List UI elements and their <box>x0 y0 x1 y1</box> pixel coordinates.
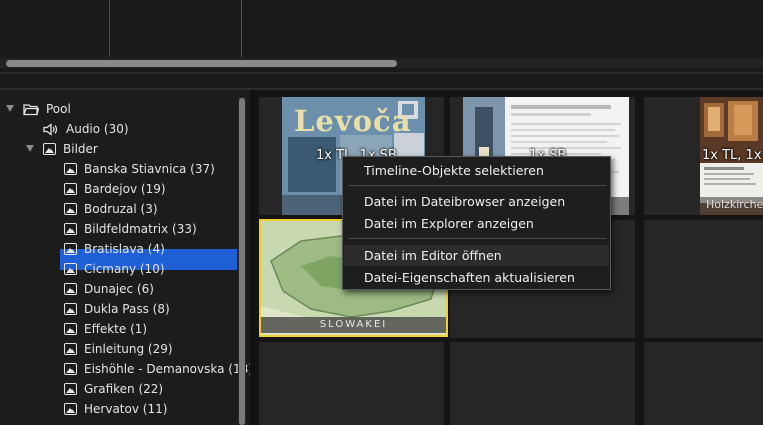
timeline-area[interactable] <box>0 0 763 90</box>
tree-item-audio[interactable]: Audio (30) <box>43 119 129 139</box>
tree-item-folder[interactable]: Bildfeldmatrix (33) <box>64 219 197 239</box>
tree-item-label: Cicmany (10) <box>84 262 165 276</box>
menu-item-select-timeline-objects[interactable]: Timeline-Objekte selektieren <box>344 160 609 181</box>
menu-item-open-in-editor[interactable]: Datei im Editor öffnen <box>344 245 609 266</box>
image-icon <box>64 403 77 415</box>
menu-item-show-in-explorer[interactable]: Datei im Explorer anzeigen <box>344 213 609 234</box>
menu-separator <box>349 238 606 239</box>
image-icon <box>64 243 77 255</box>
grid-cell <box>259 342 444 425</box>
image-icon <box>64 283 77 295</box>
menu-item-show-in-file-browser[interactable]: Datei im Dateibrowser anzeigen <box>344 191 609 212</box>
tree-item-label: Hervatov (11) <box>84 402 168 416</box>
tree-item-pool[interactable]: Pool <box>23 99 71 119</box>
timeline-playhead[interactable] <box>241 0 242 57</box>
tree-item-folder[interactable]: Eishöhle - Demanovska (18) <box>64 359 253 379</box>
tree-item-label: Banska Stiavnica (37) <box>84 162 215 176</box>
menu-separator <box>349 185 606 186</box>
tree-item-label: Bilder <box>63 142 98 156</box>
expand-arrow-icon[interactable] <box>26 145 34 152</box>
usage-overlay: 1x TL, 1x <box>702 148 762 163</box>
image-icon <box>64 263 77 275</box>
tree-item-label: Bardejov (19) <box>84 182 166 196</box>
image-icon <box>64 183 77 195</box>
tree-item-label: Einleitung (29) <box>84 342 173 356</box>
image-icon <box>64 383 77 395</box>
timeline-scrollbar-thumb[interactable] <box>6 60 397 67</box>
tree-item-folder-selected[interactable]: Einleitung (29) <box>64 339 173 359</box>
menu-item-refresh-file-properties[interactable]: Datei-Eigenschaften aktualisieren <box>344 267 609 288</box>
tree-item-bilder[interactable]: Bilder <box>43 139 98 159</box>
thumbnail-caption: Holzkirche <box>700 197 763 213</box>
tree-item-label: Dukla Pass (8) <box>84 302 170 316</box>
folder-icon <box>23 103 39 115</box>
image-icon <box>64 163 77 175</box>
image-icon <box>64 223 77 235</box>
tree-item-folder[interactable]: Bratislava (4) <box>64 239 165 259</box>
grid-cell <box>644 342 763 425</box>
tree-item-folder[interactable]: Bodruzal (3) <box>64 199 158 219</box>
tree-item-label: Audio (30) <box>66 122 129 136</box>
image-icon <box>64 323 77 335</box>
image-icon <box>64 363 77 375</box>
tree-item-label: Dunajec (6) <box>84 282 154 296</box>
tree-item-folder[interactable]: Dunajec (6) <box>64 279 154 299</box>
image-icon <box>64 343 77 355</box>
tree-item-folder[interactable]: Grafiken (22) <box>64 379 163 399</box>
timeline-divider <box>0 72 763 74</box>
tree-item-folder[interactable]: Banska Stiavnica (37) <box>64 159 215 179</box>
tree-item-label: Bratislava (4) <box>84 242 165 256</box>
grid-cell <box>450 342 635 425</box>
tree-item-label: Effekte (1) <box>84 322 148 336</box>
poster-title: Levoča <box>294 104 412 138</box>
expand-arrow-icon[interactable] <box>6 105 14 112</box>
tree-item-folder[interactable]: Cicmany (10) <box>64 259 165 279</box>
tree-item-label: Grafiken (22) <box>84 382 164 396</box>
speaker-icon <box>43 122 58 136</box>
grid-cell <box>644 220 763 338</box>
tree-item-label: Bildfeldmatrix (33) <box>84 222 197 236</box>
tree-item-folder[interactable]: Bardejov (19) <box>64 179 166 199</box>
tree-item-label: Pool <box>46 102 71 116</box>
tree-item-folder[interactable]: Effekte (1) <box>64 319 147 339</box>
tree-item-folder[interactable]: Dukla Pass (8) <box>64 299 170 319</box>
thumbnail-caption: SLOWAKEI <box>261 317 446 333</box>
tree-item-label: Bodruzal (3) <box>84 202 158 216</box>
image-icon <box>64 203 77 215</box>
image-icon <box>64 303 77 315</box>
tree-scrollbar-thumb[interactable] <box>239 98 245 425</box>
context-menu: Timeline-Objekte selektieren Datei im Da… <box>342 156 611 290</box>
timeline-marker <box>109 0 110 57</box>
tree-item-folder[interactable]: Hervatov (11) <box>64 399 167 419</box>
tree-item-label: Eishöhle - Demanovska (18) <box>84 362 253 376</box>
image-icon <box>43 143 56 155</box>
